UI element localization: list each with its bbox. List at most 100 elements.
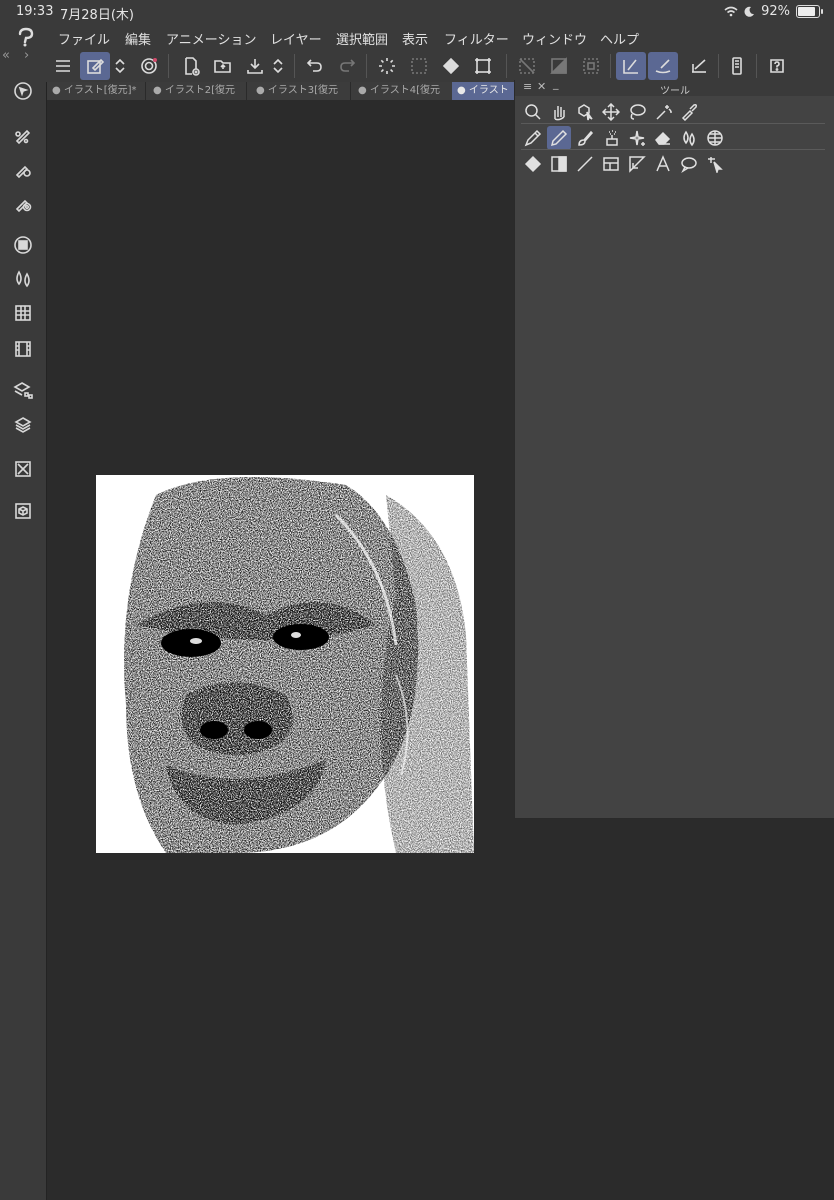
menu-layer[interactable]: レイヤー (270, 29, 322, 48)
tab-illustration-2[interactable]: ● イラスト2[復元 (148, 82, 247, 100)
layers-icon[interactable] (10, 412, 36, 438)
material-icon[interactable] (10, 456, 36, 482)
fill-bucket-icon[interactable] (436, 52, 466, 80)
tool-row-divider (521, 149, 825, 150)
color-wheel-icon[interactable] (10, 232, 36, 258)
toolbar-divider (718, 54, 719, 78)
gradient-icon[interactable] (547, 152, 571, 176)
line-icon[interactable] (573, 152, 597, 176)
color-mixing-icon[interactable] (10, 266, 36, 292)
menu-window[interactable]: ウィンドウ (522, 29, 587, 48)
menu-file[interactable]: ファイル (58, 29, 110, 48)
brush-size-icon[interactable] (10, 122, 36, 148)
smartphone-icon[interactable] (722, 52, 752, 80)
fill-icon[interactable] (521, 152, 545, 176)
move-layer-icon[interactable] (599, 100, 623, 124)
frame-border-icon[interactable] (599, 152, 623, 176)
battery-percent: 92% (761, 4, 790, 19)
toolbar-divider (756, 54, 757, 78)
status-date: 7月28日(木) (60, 8, 134, 23)
status-indicators: 92% (724, 4, 823, 19)
redo-icon[interactable] (332, 52, 362, 80)
pen-mode-icon[interactable] (616, 52, 646, 80)
text-icon[interactable] (651, 152, 675, 176)
save-icon[interactable] (240, 52, 270, 80)
tool-palette-header: ≡ ✕ _ ツール (515, 77, 834, 97)
balloon-icon[interactable] (677, 152, 701, 176)
color-set-icon[interactable] (10, 300, 36, 326)
left-tool-rail (0, 82, 47, 1200)
tool-settings-icon[interactable] (10, 156, 36, 182)
tab-illustration-1[interactable]: ● イラスト[復元]* (47, 82, 146, 100)
toolbar-divider (506, 54, 507, 78)
timeline-icon[interactable] (10, 336, 36, 362)
menu-filter[interactable]: フィルター (444, 29, 509, 48)
moon-icon (744, 6, 755, 17)
wifi-icon (724, 6, 738, 17)
brush-icon[interactable] (573, 126, 597, 150)
correct-line-icon[interactable] (703, 152, 727, 176)
eyedropper-icon[interactable] (677, 100, 701, 124)
gorilla-sketch-image (96, 475, 474, 853)
tab-illustration-3[interactable]: ● イラスト3[復元 (251, 82, 351, 100)
hand-icon[interactable] (547, 100, 571, 124)
grid-tool-icon[interactable] (703, 126, 727, 150)
menu-animation[interactable]: アニメーション (166, 29, 256, 48)
toolbar-divider (168, 54, 169, 78)
open-folder-icon[interactable] (208, 52, 238, 80)
invert-selection-icon[interactable] (544, 52, 574, 80)
help-icon[interactable] (762, 52, 792, 80)
eraser-icon[interactable] (651, 126, 675, 150)
document-tabs: ● イラスト[復元]* ● イラスト2[復元 ● イラスト3[復元 ● イラスト… (47, 82, 517, 100)
menu-help[interactable]: ヘルプ (600, 29, 639, 48)
command-bar: «› (0, 48, 834, 83)
chevron-updown-icon[interactable] (268, 52, 288, 80)
brush-mode-icon[interactable] (648, 52, 678, 80)
3d-object-icon[interactable] (10, 498, 36, 524)
artwork-canvas[interactable] (96, 475, 474, 853)
magic-wand-icon[interactable] (651, 100, 675, 124)
ruler-pen-icon[interactable] (684, 52, 714, 80)
companion-mode-icon[interactable] (134, 52, 164, 80)
undo-icon[interactable] (300, 52, 330, 80)
tool-palette-title: ツール (660, 86, 690, 97)
chevron-updown-icon[interactable] (110, 52, 130, 80)
app-logo-icon[interactable] (14, 26, 38, 48)
toolbar-divider (366, 54, 367, 78)
selection-dotted-icon[interactable] (404, 52, 434, 80)
battery-level (798, 7, 815, 16)
hamburger-menu-icon[interactable] (48, 52, 78, 80)
panel-collapse-arrows-icon[interactable]: «› (2, 48, 43, 63)
pen-icon[interactable] (521, 126, 545, 150)
menu-edit[interactable]: 編集 (125, 29, 151, 48)
zoom-icon[interactable] (521, 100, 545, 124)
status-bar: 19:33 7月28日(木) 92% (0, 0, 834, 24)
sub-tool-detail-icon[interactable] (10, 190, 36, 216)
decoration-icon[interactable] (625, 126, 649, 150)
clear-selection-icon[interactable] (512, 52, 542, 80)
tool-palette: ≡ ✕ _ ツール (514, 77, 834, 819)
toolbar-divider (294, 54, 295, 78)
crop-selection-icon[interactable] (576, 52, 606, 80)
tab-illustration-4[interactable]: ● イラスト4[復元 (353, 82, 453, 100)
menu-view[interactable]: 表示 (402, 29, 428, 48)
menu-bar: ファイル 編集 アニメーション レイヤー 選択範囲 表示 フィルター ウィンドウ… (0, 24, 834, 50)
tab-illustration-5[interactable]: ● イラスト (452, 82, 517, 100)
status-time: 19:33 (16, 4, 54, 19)
new-file-icon[interactable] (176, 52, 206, 80)
menu-selection[interactable]: 選択範囲 (336, 29, 388, 48)
ruler-icon[interactable] (625, 152, 649, 176)
lasso-icon[interactable] (625, 100, 649, 124)
edit-canvas-icon[interactable] (80, 52, 110, 80)
pencil-icon[interactable] (547, 126, 571, 150)
airbrush-icon[interactable] (599, 126, 623, 150)
loading-spinner-icon[interactable] (372, 52, 402, 80)
tool-row-divider (521, 123, 825, 124)
transform-icon[interactable] (468, 52, 498, 80)
battery-icon (796, 5, 823, 18)
toolbar-divider (610, 54, 611, 78)
operation-icon[interactable] (573, 100, 597, 124)
navigator-icon[interactable] (10, 78, 36, 104)
layer-property-icon[interactable] (10, 378, 36, 404)
blend-icon[interactable] (677, 126, 701, 150)
